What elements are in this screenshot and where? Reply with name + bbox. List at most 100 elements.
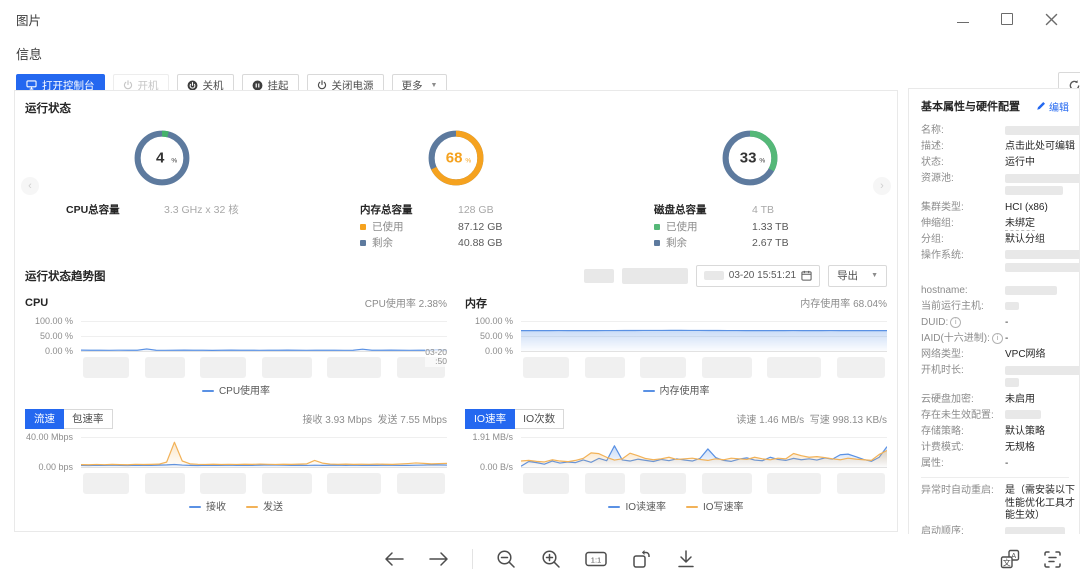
field-value[interactable]: 点击此处可编辑 bbox=[1005, 141, 1079, 154]
y-tick-label: 100.00 % bbox=[475, 316, 513, 326]
info-icon: i bbox=[992, 333, 1003, 344]
memory-used-label: 已使用 bbox=[372, 219, 404, 236]
free-dot-icon bbox=[360, 240, 366, 246]
redacted-x-label bbox=[327, 473, 381, 494]
redacted-control[interactable] bbox=[622, 268, 688, 284]
legend-dash-icon bbox=[202, 390, 214, 392]
info-row: 网络类型: VPC网络 bbox=[921, 349, 1079, 362]
field-value: 默认分组 bbox=[1005, 234, 1079, 247]
redacted-x-label bbox=[83, 473, 129, 494]
power-off-icon bbox=[317, 80, 327, 90]
tab-0[interactable]: 流速 bbox=[25, 409, 64, 429]
memory-x-axis bbox=[521, 355, 887, 380]
svg-text:文: 文 bbox=[1003, 557, 1011, 567]
maximize-button[interactable] bbox=[1000, 12, 1014, 26]
network-x-axis bbox=[81, 471, 447, 496]
previous-image-button[interactable] bbox=[382, 547, 406, 571]
trend-controls: 03-20 15:51:21 导出 ▼ bbox=[584, 265, 887, 287]
redacted-x-label bbox=[523, 357, 569, 378]
redacted-value bbox=[1005, 302, 1019, 310]
info-row: 集群类型: HCI (x86) bbox=[921, 202, 1079, 215]
properties-rows: 名称: 描述: 点击此处可编辑 状态: 运行中 资源池: 集群类型: HCI (… bbox=[921, 125, 1079, 556]
redacted-x-label bbox=[837, 473, 885, 494]
console-icon bbox=[26, 80, 37, 90]
zoom-in-button[interactable] bbox=[539, 547, 563, 571]
field-label: 集群类型: bbox=[921, 202, 1005, 215]
svg-text:%: % bbox=[759, 158, 765, 165]
cpu-y-axis: 100.00 %50.00 %0.00 % bbox=[25, 321, 81, 351]
zoom-out-button[interactable] bbox=[494, 547, 518, 571]
info-row: 存在未生效配置: bbox=[921, 410, 1079, 423]
cpu-chart-card: CPU CPU使用率 2.38% 100.00 %50.00 %0.00 % 0… bbox=[25, 292, 447, 398]
redacted-value bbox=[1005, 250, 1080, 259]
network-chart-card: 流速包速率 接收 3.93 Mbps 发送 7.55 Mbps 40.00 Mb… bbox=[25, 408, 447, 514]
legend-dash-icon bbox=[643, 390, 655, 392]
field-label: 分组: bbox=[921, 234, 1005, 247]
redacted-x-label bbox=[640, 473, 686, 494]
running-status-title: 运行状态 bbox=[15, 91, 897, 116]
free-dot-icon bbox=[654, 240, 660, 246]
field-label: 名称: bbox=[921, 125, 1005, 138]
carousel-next-button[interactable]: › bbox=[873, 177, 891, 195]
redacted-x-label bbox=[145, 357, 185, 378]
io-tabs: IO速率IO次数 bbox=[465, 409, 564, 429]
redacted-x-label bbox=[262, 473, 312, 494]
network-stat: 接收 3.93 Mbps 发送 7.55 Mbps bbox=[302, 411, 447, 426]
disk-total-value: 4 TB bbox=[752, 202, 774, 219]
close-button[interactable] bbox=[1044, 12, 1058, 26]
suspend-icon bbox=[252, 80, 263, 91]
redacted-control[interactable] bbox=[584, 269, 614, 283]
charts-grid: CPU CPU使用率 2.38% 100.00 %50.00 %0.00 % 0… bbox=[15, 292, 897, 514]
info-row: 状态: 运行中 bbox=[921, 157, 1079, 170]
legend-item[interactable]: CPU使用率 bbox=[202, 382, 270, 397]
carousel-prev-button[interactable]: ‹ bbox=[21, 177, 39, 195]
memory-free-value: 40.88 GB bbox=[458, 235, 502, 252]
rotate-button[interactable] bbox=[629, 547, 653, 571]
info-row: IAID(十六进制):i - bbox=[921, 333, 1079, 346]
legend-item[interactable]: 内存使用率 bbox=[643, 382, 710, 397]
minimize-button[interactable] bbox=[956, 12, 970, 26]
legend-item[interactable]: 发送 bbox=[246, 498, 283, 513]
datetime-picker[interactable]: 03-20 15:51:21 bbox=[696, 265, 820, 287]
next-image-button[interactable] bbox=[427, 547, 451, 571]
ocr-text-button[interactable] bbox=[1040, 547, 1064, 571]
field-value: 未启用 bbox=[1005, 394, 1079, 407]
legend-item[interactable]: IO写速率 bbox=[686, 498, 744, 513]
legend-item[interactable]: 接收 bbox=[189, 498, 226, 513]
tab-1[interactable]: 包速率 bbox=[63, 409, 113, 429]
field-label: 异常时自动重启: bbox=[921, 485, 1005, 523]
tab-1[interactable]: IO次数 bbox=[514, 409, 564, 429]
edit-button[interactable]: 编辑 bbox=[1036, 99, 1069, 114]
tab-0[interactable]: IO速率 bbox=[465, 409, 515, 429]
window-controls bbox=[956, 12, 1066, 26]
vm-overview-panel: 运行状态 ‹ › 4 % CPU总容量 3.3 GHz x 32 核 68 % bbox=[14, 90, 898, 532]
x-axis-end-label: 03-20:50 bbox=[425, 348, 447, 367]
redacted-x-label bbox=[837, 357, 885, 378]
redacted-x-label bbox=[702, 473, 752, 494]
field-label: 云硬盘加密: bbox=[921, 394, 1005, 407]
legend-item[interactable]: IO读速率 bbox=[608, 498, 666, 513]
export-label: 导出 bbox=[837, 268, 858, 283]
redacted-value bbox=[1005, 174, 1080, 183]
y-tick-label: 1.91 MB/s bbox=[472, 432, 513, 442]
field-label: 计费模式: bbox=[921, 442, 1005, 455]
y-tick-label: 0.00 bps bbox=[38, 462, 73, 472]
redacted-x-label bbox=[145, 473, 185, 494]
used-dot-icon bbox=[654, 224, 660, 230]
chevron-down-icon: ▼ bbox=[871, 272, 878, 279]
vm-properties-panel: 基本属性与硬件配置 编辑 名称: 描述: 点击此处可编辑 状态: 运行中 资源池… bbox=[908, 88, 1080, 556]
field-label: DUID:i bbox=[921, 317, 1005, 330]
export-select[interactable]: 导出 ▼ bbox=[828, 265, 887, 287]
memory-total-value: 128 GB bbox=[458, 202, 494, 219]
download-button[interactable] bbox=[674, 547, 698, 571]
io-y-axis: 1.91 MB/s0.00 B/s bbox=[465, 437, 521, 467]
field-value bbox=[1005, 365, 1080, 390]
cpu-plot-area bbox=[81, 321, 447, 351]
actual-size-button[interactable]: 1:1 bbox=[584, 547, 608, 571]
memory-chart-card: 内存 内存使用率 68.04% 100.00 %50.00 %0.00 % 内存… bbox=[465, 292, 887, 398]
divider bbox=[921, 477, 1069, 478]
legend-dash-icon bbox=[608, 506, 620, 508]
translate-button[interactable]: A 文 bbox=[998, 547, 1022, 571]
field-label: 操作系统: bbox=[921, 250, 1005, 275]
io-stat: 读速 1.46 MB/s 写速 998.13 KB/s bbox=[736, 411, 887, 426]
